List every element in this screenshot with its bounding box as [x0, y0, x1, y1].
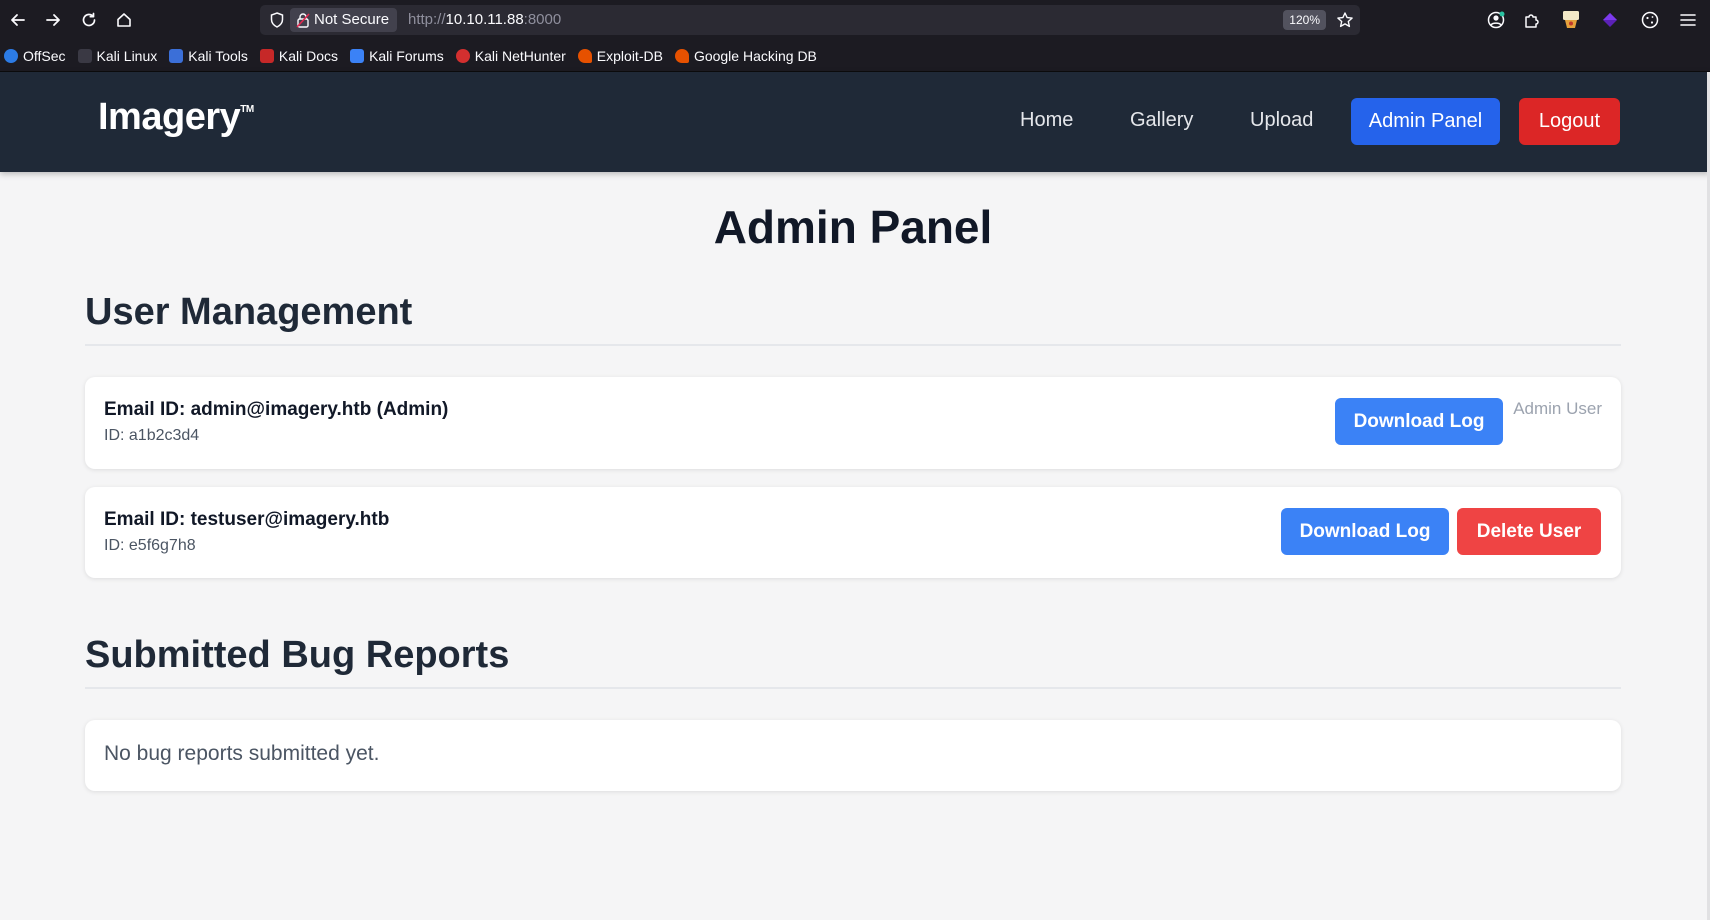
download-log-button[interactable]: Download Log [1281, 508, 1449, 555]
user-email: Email ID: admin@imagery.htb (Admin) [104, 399, 449, 420]
account-icon[interactable] [1486, 10, 1506, 30]
bookmark-kali-docs[interactable]: Kali Docs [259, 47, 339, 64]
page-title: Admin Panel [713, 201, 993, 253]
bookmark-kali-linux[interactable]: Kali Linux [77, 47, 158, 64]
bookmark-label: Kali Forums [369, 47, 444, 64]
extensions-puzzle-icon[interactable] [1522, 10, 1542, 30]
exploit-db-icon [577, 48, 592, 63]
burp-extension-icon[interactable] [1561, 10, 1581, 30]
user-card-admin: Email ID: admin@imagery.htb (Admin) ID: … [85, 377, 1621, 469]
arrow-right-icon [46, 14, 60, 26]
tracking-shield-icon[interactable] [268, 11, 286, 29]
site-security-badge[interactable]: Not Secure [290, 8, 398, 32]
admin-user-note: Admin User [1513, 399, 1602, 418]
forward-button[interactable] [38, 5, 68, 35]
zoom-badge[interactable]: 120% [1283, 10, 1326, 30]
user-id: ID: e5f6g7h8 [104, 537, 196, 554]
diamond-extension-icon[interactable] [1600, 10, 1620, 30]
bookmark-label: OffSec [23, 47, 66, 64]
nav-upload-link[interactable]: Upload [1250, 109, 1313, 132]
trademark-mark: TM [240, 104, 254, 115]
delete-user-button[interactable]: Delete User [1457, 508, 1601, 555]
insecure-lock-icon [296, 13, 310, 28]
ghdb-icon [674, 48, 689, 63]
nav-admin-panel-button[interactable]: Admin Panel [1351, 98, 1500, 145]
bookmark-label: Kali Docs [278, 47, 339, 64]
back-button[interactable] [3, 5, 33, 35]
nethunter-icon [455, 48, 470, 63]
bookmark-kali-tools[interactable]: Kali Tools [169, 48, 248, 64]
bookmark-star-icon[interactable] [1336, 11, 1354, 29]
nav-gallery-link[interactable]: Gallery [1130, 109, 1193, 132]
url-port: :8000 [523, 11, 562, 28]
nav-home-link[interactable]: Home [1020, 109, 1073, 132]
bookmark-google-hacking-db[interactable]: Google Hacking DB [674, 47, 817, 64]
logo-text: Imagery [98, 96, 241, 138]
bookmark-label: Google Hacking DB [693, 47, 817, 64]
download-log-button[interactable]: Download Log [1335, 398, 1503, 445]
bookmark-offsec[interactable]: OffSec [4, 48, 66, 64]
url-host: 10.10.11.88 [445, 11, 524, 28]
kali-docs-icon [259, 48, 274, 63]
home-icon [117, 13, 131, 27]
browser-toolbar: Not Secure http://10.10.11.88:8000 120% [0, 0, 1710, 40]
user-card-testuser: Email ID: testuser@imagery.htb ID: e5f6g… [85, 487, 1621, 578]
url-text[interactable]: http://10.10.11.88:8000 [408, 5, 561, 35]
kali-tools-icon [169, 48, 184, 63]
nav-logout-button[interactable]: Logout [1519, 98, 1620, 145]
bookmark-kali-nethunter[interactable]: Kali NetHunter [455, 47, 566, 64]
reload-icon [82, 12, 96, 27]
cookie-extension-icon[interactable] [1640, 10, 1660, 30]
user-id: ID: a1b2c3d4 [104, 427, 200, 444]
bookmark-label: Exploit-DB [596, 47, 663, 64]
reload-button[interactable] [74, 5, 104, 35]
kali-forums-icon [350, 48, 365, 63]
hamburger-menu-icon[interactable] [1678, 10, 1698, 30]
bookmark-label: Kali Tools [188, 47, 248, 64]
bookmark-exploit-db[interactable]: Exploit-DB [577, 47, 663, 64]
site-logo[interactable]: ImageryTM [98, 96, 254, 139]
user-management-heading: User Management [85, 291, 1621, 346]
kali-dragon-icon [77, 48, 92, 63]
user-email: Email ID: testuser@imagery.htb [104, 509, 390, 530]
bookmark-kali-forums[interactable]: Kali Forums [350, 48, 444, 64]
bookmark-label: Kali Linux [96, 47, 158, 64]
url-bar[interactable]: Not Secure http://10.10.11.88:8000 120% [260, 5, 1360, 35]
bookmark-label: Kali NetHunter [474, 47, 566, 64]
bug-reports-card: No bug reports submitted yet. [85, 720, 1621, 791]
home-button[interactable] [109, 5, 139, 35]
bookmarks-bar: OffSec Kali Linux Kali Tools Kali Docs K… [0, 40, 1710, 72]
url-prefix: http:// [408, 11, 446, 28]
security-label: Not Secure [314, 11, 390, 28]
no-bug-reports-message: No bug reports submitted yet. [104, 742, 380, 765]
arrow-left-icon [11, 14, 25, 26]
site-header: ImageryTM Home Gallery Upload Admin Pane… [0, 72, 1710, 172]
bug-reports-heading: Submitted Bug Reports [85, 634, 1621, 689]
offsec-icon [4, 48, 18, 63]
